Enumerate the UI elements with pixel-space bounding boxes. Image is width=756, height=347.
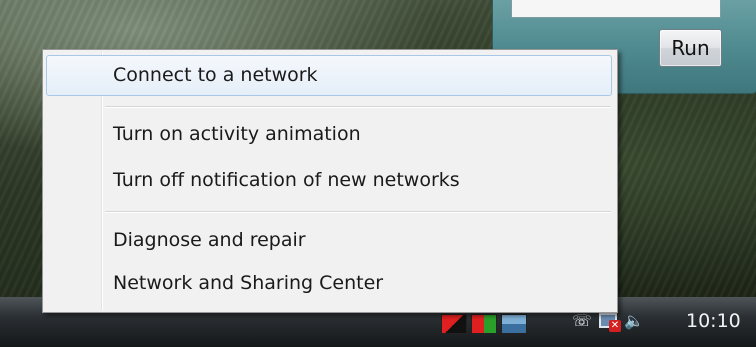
- speaker-volume-icon[interactable]: 🔈: [623, 309, 645, 331]
- tray-app-icons: [441, 314, 527, 334]
- menu-item-turn-off-notification[interactable]: Turn off notification of new networks: [46, 160, 612, 201]
- menu-separator: [105, 211, 611, 213]
- menu-item-connect-to-network[interactable]: Connect to a network: [46, 55, 612, 96]
- network-context-menu: Connect to a network Turn on activity an…: [42, 49, 618, 313]
- app-icon-red-black[interactable]: [441, 314, 467, 334]
- menu-item-network-and-sharing-center[interactable]: Network and Sharing Center: [46, 263, 612, 304]
- taskbar-clock[interactable]: 10:10: [686, 310, 741, 332]
- menu-separator: [105, 106, 611, 108]
- run-button[interactable]: Run: [659, 29, 722, 67]
- menu-item-turn-on-activity-animation[interactable]: Turn on activity animation: [46, 114, 612, 155]
- app-icon-red-green[interactable]: [471, 314, 497, 334]
- app-icon-blue[interactable]: [501, 314, 527, 334]
- menu-item-diagnose-and-repair[interactable]: Diagnose and repair: [46, 220, 612, 261]
- run-command-input[interactable]: [511, 0, 721, 18]
